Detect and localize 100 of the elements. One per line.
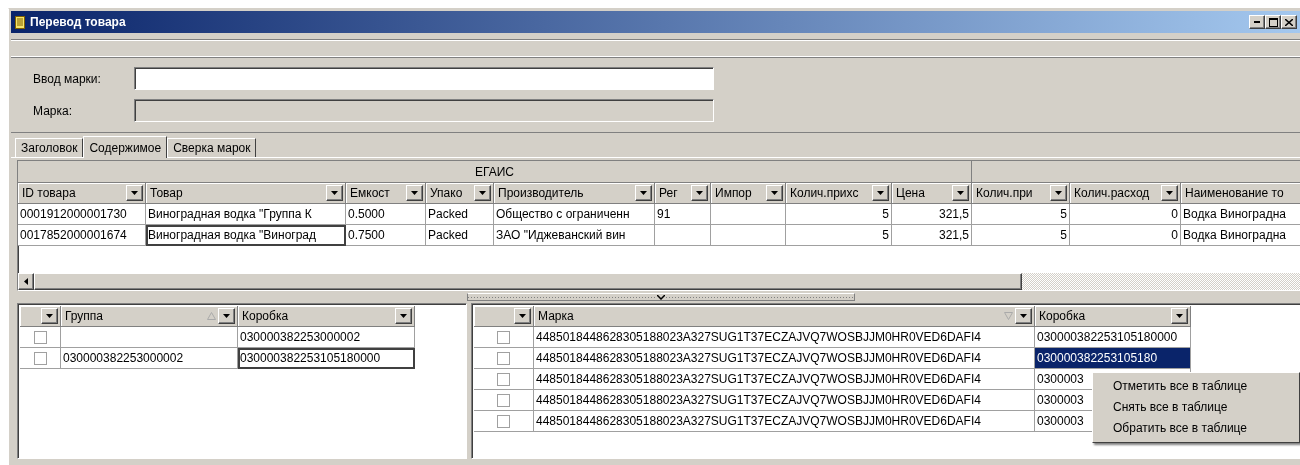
column-header[interactable]: ID товара <box>18 183 146 204</box>
column-header[interactable]: Рег <box>655 183 711 204</box>
checkbox[interactable] <box>497 414 510 428</box>
table-cell: 4485018448628305188023A327SUG1T37ECZAJVQ7WOSBJJM0HR0VED6DAFI4 <box>534 369 1035 390</box>
dropdown-button[interactable] <box>635 185 652 201</box>
table-cell: 5 <box>786 204 892 225</box>
column-header[interactable]: Коробка <box>238 306 415 327</box>
dropdown-button[interactable] <box>1171 308 1188 324</box>
input-field[interactable] <box>134 67 714 90</box>
caret-icon <box>131 191 138 195</box>
table-cell: 0.7500 <box>346 225 426 246</box>
table-cell: 5 <box>972 204 1070 225</box>
scroll-left-icon <box>24 278 28 285</box>
column-header[interactable]: Наименование то <box>1181 183 1300 204</box>
caret-icon <box>1055 191 1062 195</box>
table-cell: Packed <box>426 204 494 225</box>
caret-icon <box>46 314 53 318</box>
dropdown-button[interactable] <box>514 308 531 324</box>
caret-icon <box>223 314 230 318</box>
table-cell: 321,5 <box>892 204 972 225</box>
dropdown-button[interactable] <box>406 185 423 201</box>
minimize-icon <box>1254 21 1260 23</box>
column-header[interactable] <box>474 306 534 327</box>
table-cell: 4485018448628305188023A327SUG1T37ECZAJVQ7WOSBJJM0HR0VED6DAFI4 <box>534 390 1035 411</box>
column-header[interactable]: Емкост <box>346 183 426 204</box>
caret-icon <box>957 191 964 195</box>
dropdown-button[interactable] <box>1050 185 1067 201</box>
table-cell: 4485018448628305188023A327SUG1T37ECZAJVQ7WOSBJJM0HR0VED6DAFI4 <box>534 411 1035 432</box>
checkbox[interactable] <box>497 351 510 365</box>
table-cell: Виноградная водка "Виноград <box>146 225 346 246</box>
column-header[interactable]: Производитель <box>494 183 655 204</box>
caret-icon <box>519 314 526 318</box>
dropdown-button[interactable] <box>218 308 235 324</box>
column-header[interactable]: Марка <box>534 306 1035 327</box>
window-title: Перевод товара <box>30 15 126 29</box>
column-header[interactable]: Колич.при <box>972 183 1070 204</box>
table-cell: 91 <box>655 204 711 225</box>
caret-icon <box>400 314 407 318</box>
tab[interactable]: Содержимое <box>83 136 168 158</box>
dropdown-button[interactable] <box>766 185 783 201</box>
table-cell: 4485018448628305188023A327SUG1T37ECZAJVQ7WOSBJJM0HR0VED6DAFI4 <box>534 327 1035 348</box>
column-header[interactable]: Товар <box>146 183 346 204</box>
tab[interactable]: Сверка марок <box>167 138 257 157</box>
table-cell: 0 <box>1070 204 1181 225</box>
dropdown-button[interactable] <box>872 185 889 201</box>
table-cell: 030000382253105180000 <box>238 348 415 369</box>
caret-icon <box>1020 314 1027 318</box>
caret-icon <box>1166 191 1173 195</box>
table-cell: Виноградная водка "Группа К <box>146 204 346 225</box>
maximize-icon <box>1268 17 1278 27</box>
horizontal-scrollbar[interactable] <box>18 273 1300 290</box>
dropdown-button[interactable] <box>126 185 143 201</box>
table-cell: 030000382253000002 <box>61 348 238 369</box>
table-cell: 4485018448628305188023A327SUG1T37ECZAJVQ7WOSBJJM0HR0VED6DAFI4 <box>534 348 1035 369</box>
dropdown-button[interactable] <box>691 185 708 201</box>
checkbox[interactable] <box>497 393 510 407</box>
table-cell: 0.5000 <box>346 204 426 225</box>
table-cell: ЗАО "Иджеванский вин <box>494 225 655 246</box>
column-header[interactable]: Колич.прихс <box>786 183 892 204</box>
table-cell: 0001912000001730 <box>18 204 146 225</box>
close-icon <box>1285 18 1293 26</box>
column-header[interactable] <box>20 306 61 327</box>
minimize-button[interactable] <box>1249 15 1265 29</box>
column-header[interactable]: Коробка <box>1035 306 1191 327</box>
tab[interactable]: Заголовок <box>15 138 84 157</box>
dropdown-button[interactable] <box>41 308 58 324</box>
table-cell: 030000382253000002 <box>238 327 415 348</box>
table-cell: 0 <box>1070 225 1181 246</box>
splitter-handle[interactable] <box>467 293 855 301</box>
dropdown-button[interactable] <box>1015 308 1032 324</box>
caret-icon <box>640 191 647 195</box>
dropdown-button[interactable] <box>1161 185 1178 201</box>
column-header[interactable]: Группа <box>61 306 238 327</box>
dropdown-button[interactable] <box>474 185 491 201</box>
caret-icon <box>696 191 703 195</box>
close-button[interactable] <box>1281 15 1297 29</box>
column-header[interactable]: Цена <box>892 183 972 204</box>
column-header[interactable]: Колич.расход <box>1070 183 1181 204</box>
dropdown-button[interactable] <box>326 185 343 201</box>
column-header[interactable]: Импор <box>711 183 786 204</box>
checkbox[interactable] <box>497 372 510 386</box>
checkbox[interactable] <box>33 351 47 365</box>
table-cell: 0017852000001674 <box>18 225 146 246</box>
table-cell: 321,5 <box>892 225 972 246</box>
maximize-button[interactable] <box>1265 15 1281 29</box>
table-cell: Общество с ограниченн <box>494 204 655 225</box>
checkbox[interactable] <box>497 330 510 344</box>
dropdown-button[interactable] <box>952 185 969 201</box>
caret-icon <box>411 191 418 195</box>
table-cell: 5 <box>972 225 1070 246</box>
table-cell <box>655 225 711 246</box>
app-icon <box>15 15 25 29</box>
table-cell: Packed <box>426 225 494 246</box>
caret-icon <box>479 191 486 195</box>
column-header[interactable]: Упако <box>426 183 494 204</box>
caret-icon <box>331 191 338 195</box>
table-cell: 5 <box>786 225 892 246</box>
field-label: Марка: <box>33 103 73 118</box>
checkbox[interactable] <box>33 330 47 344</box>
dropdown-button[interactable] <box>395 308 412 324</box>
